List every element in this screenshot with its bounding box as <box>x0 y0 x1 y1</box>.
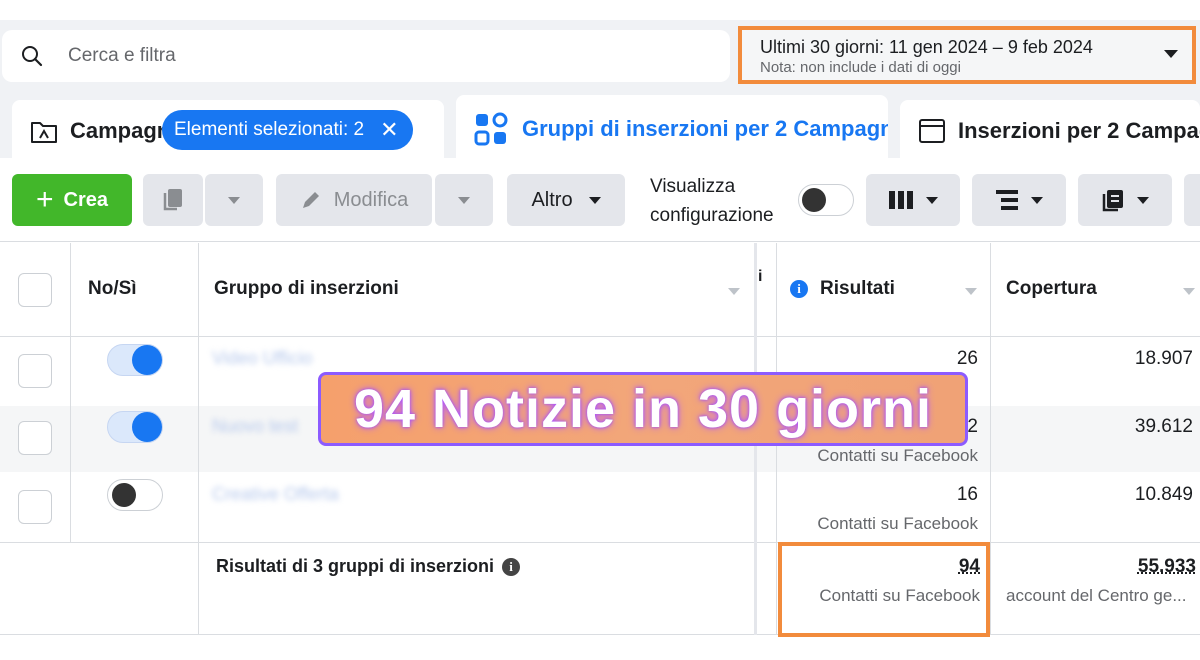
info-icon[interactable]: i <box>790 280 808 298</box>
caret-down-icon <box>926 196 938 204</box>
tab-ads-label: Inserzioni per 2 Campagne <box>958 118 1200 143</box>
toggle-knob <box>802 188 826 212</box>
toggle-knob <box>132 412 162 442</box>
header-divider <box>0 336 1200 337</box>
sort-caret-icon[interactable] <box>965 288 977 295</box>
header-adset[interactable]: Gruppo di inserzioni <box>214 278 399 300</box>
folder-flag-icon <box>31 122 57 143</box>
overflow-button[interactable] <box>1184 174 1200 226</box>
edit-dropdown[interactable] <box>435 174 493 226</box>
adset-name[interactable]: Creative Offerta <box>212 484 339 505</box>
row-results: 26 <box>956 348 978 369</box>
search-input[interactable] <box>68 45 668 67</box>
col-divider <box>70 243 71 543</box>
date-range-note: Nota: non include i dati di oggi <box>760 59 961 76</box>
sort-caret-icon[interactable] <box>1183 288 1195 295</box>
date-range-label: Ultimi 30 giorni: 11 gen 2024 – 9 feb 20… <box>760 37 1093 57</box>
header-results[interactable]: i Risultati <box>790 278 895 300</box>
plus-icon: + <box>35 183 54 216</box>
totals-row-label: Risultati di 3 gruppi di inserzioni i <box>216 556 521 577</box>
row-toggle[interactable] <box>107 479 163 511</box>
tab-campaigns[interactable]: Campagne Elementi selezionati: 2 ✕ <box>12 100 444 162</box>
toggle-knob <box>132 345 162 375</box>
totals-reach-sub: account del Centro ge... <box>1006 586 1187 605</box>
row-results: 16 <box>956 484 978 505</box>
selection-pill[interactable]: Elementi selezionati: 2 ✕ <box>162 110 413 150</box>
grid-icon <box>474 112 508 146</box>
overlay-banner: 94 Notizie in 30 giorni <box>318 372 968 446</box>
caret-down-icon <box>588 196 601 204</box>
col-divider <box>198 243 199 635</box>
view-config-label: Visualizza configurazione <box>650 172 774 230</box>
close-icon[interactable]: ✕ <box>380 119 398 141</box>
toolbar: + Crea Modifica Altro Visualizza configu… <box>0 158 1200 242</box>
caret-down-icon <box>458 196 470 204</box>
sort-caret-icon[interactable] <box>728 288 740 295</box>
duplicate-icon <box>163 189 182 211</box>
search-icon <box>22 46 43 67</box>
caret-down-icon <box>228 196 240 204</box>
columns-icon <box>889 191 913 209</box>
header-results-label: Risultati <box>820 278 895 299</box>
row-reach: 10.849 <box>1134 484 1193 505</box>
more-button[interactable]: Altro <box>507 174 625 226</box>
row-reach: 39.612 <box>1134 416 1193 437</box>
reports-button[interactable] <box>1078 174 1172 226</box>
totals-divider <box>0 542 1200 543</box>
search-bar[interactable] <box>2 30 730 82</box>
row-checkbox[interactable] <box>18 354 52 388</box>
toggle-knob <box>112 483 136 507</box>
header-reach[interactable]: Copertura <box>1006 278 1097 300</box>
row-toggle[interactable] <box>107 411 163 443</box>
breakdown-icon <box>996 190 1018 210</box>
row-checkbox[interactable] <box>18 421 52 455</box>
columns-button[interactable] <box>866 174 960 226</box>
view-config-line2: configurazione <box>650 205 774 226</box>
truncated-header-icon: i <box>758 268 763 285</box>
pencil-icon <box>302 192 319 208</box>
view-config-line1: Visualizza <box>650 176 736 197</box>
adset-name[interactable]: Video Ufficio <box>212 348 312 369</box>
totals-reach: 55.933 <box>1137 556 1196 577</box>
header-onoff: No/Sì <box>88 278 137 299</box>
date-range-picker[interactable]: Ultimi 30 giorni: 11 gen 2024 – 9 feb 20… <box>738 26 1196 84</box>
report-icon <box>1102 190 1123 212</box>
row-results-sub: Contatti su Facebook <box>817 514 978 533</box>
row-reach: 18.907 <box>1134 348 1193 369</box>
row-results-sub: Contatti su Facebook <box>817 446 978 465</box>
edit-button[interactable]: Modifica <box>276 174 432 226</box>
results-highlight-box <box>778 542 990 637</box>
edit-button-label: Modifica <box>333 188 409 211</box>
tab-ad-sets[interactable]: Gruppi di inserzioni per 2 Campagne <box>456 95 888 163</box>
adset-name[interactable]: Nuovo test <box>212 416 298 437</box>
create-button-label: Crea <box>63 188 108 211</box>
view-config-toggle[interactable] <box>798 184 854 216</box>
tab-ad-sets-label: Gruppi di inserzioni per 2 Campagne <box>522 116 888 141</box>
create-button[interactable]: + Crea <box>12 174 132 226</box>
ad-window-icon <box>919 119 945 143</box>
more-button-label: Altro <box>531 188 573 211</box>
select-all-checkbox[interactable] <box>18 273 52 307</box>
col-divider <box>990 243 991 635</box>
row-toggle[interactable] <box>107 344 163 376</box>
duplicate-button[interactable] <box>143 174 203 226</box>
info-icon[interactable]: i <box>502 557 521 576</box>
bottom-divider <box>0 634 1200 635</box>
breakdown-button[interactable] <box>972 174 1066 226</box>
selection-pill-label: Elementi selezionati: 2 <box>174 119 365 140</box>
tab-ads[interactable]: Inserzioni per 2 Campagne <box>900 100 1200 162</box>
caret-down-icon <box>1031 196 1043 204</box>
totals-label: Risultati di 3 gruppi di inserzioni <box>216 556 495 576</box>
caret-down-icon <box>1164 50 1178 58</box>
row-checkbox[interactable] <box>18 490 52 524</box>
duplicate-dropdown[interactable] <box>205 174 263 226</box>
caret-down-icon <box>1137 196 1149 204</box>
